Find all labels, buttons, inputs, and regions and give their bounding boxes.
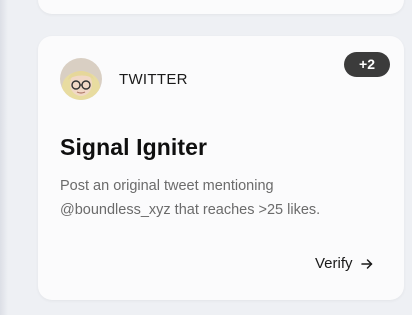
arrow-right-icon (360, 257, 374, 271)
profile-avatar (60, 58, 102, 100)
extra-count-badge[interactable]: +2 (344, 52, 390, 77)
task-card: TWITTER +2 Signal Igniter Post an origin… (38, 36, 404, 300)
platform-label: TWITTER (119, 71, 188, 88)
task-description: Post an original tweet mentioning @bound… (60, 178, 321, 218)
side-panel-edge (0, 0, 8, 315)
verify-label: Verify (315, 255, 353, 272)
previous-task-card (38, 0, 404, 14)
verify-button[interactable]: Verify (315, 255, 374, 272)
task-title: Signal Igniter (60, 134, 208, 160)
avatar-image (60, 58, 102, 100)
